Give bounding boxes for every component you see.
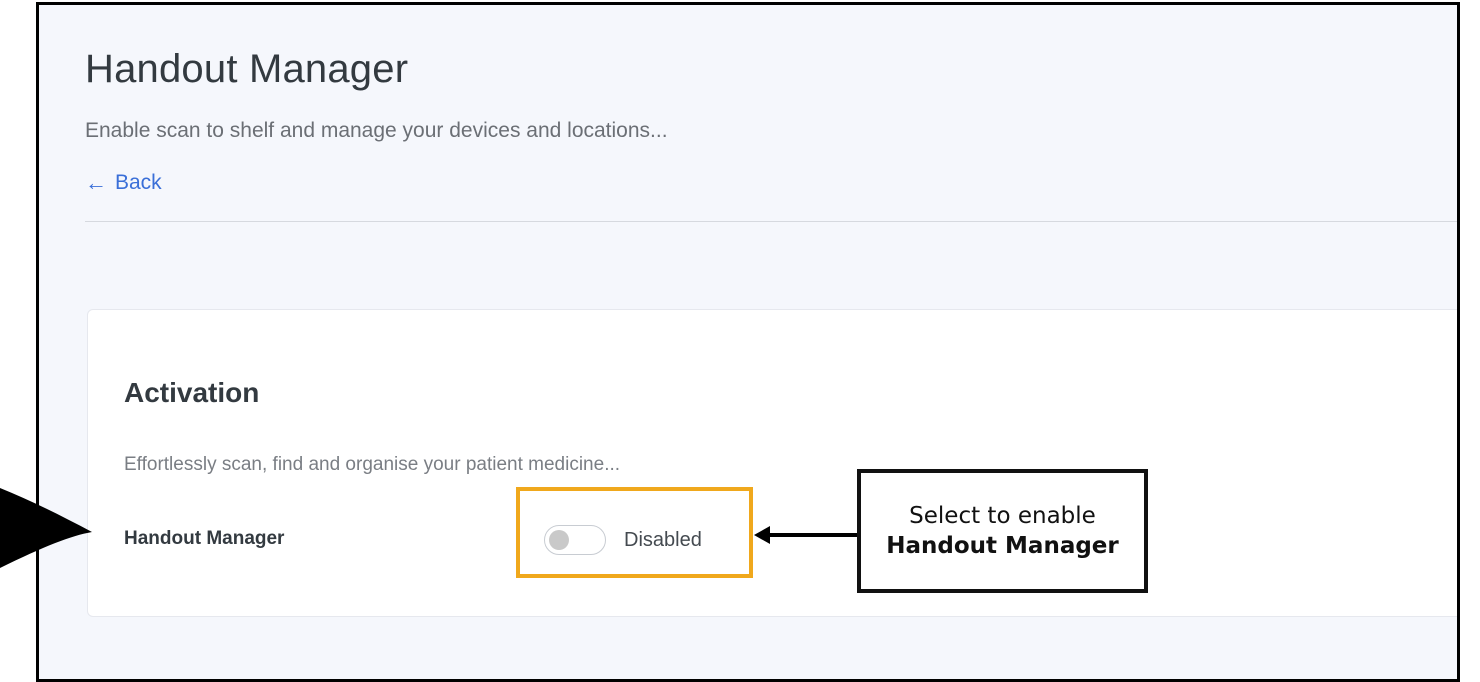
page-title: Handout Manager xyxy=(85,47,409,91)
callout-box: Select to enable Handout Manager xyxy=(857,469,1148,593)
handout-manager-label: Handout Manager xyxy=(124,528,285,549)
arrow-left-icon: ← xyxy=(85,170,107,195)
header-divider xyxy=(85,221,1457,222)
back-link[interactable]: ← Back xyxy=(85,171,162,195)
callout-arrow-icon xyxy=(754,526,858,544)
page-subtitle: Enable scan to shelf and manage your dev… xyxy=(85,119,668,142)
app-window: Handout Manager Enable scan to shelf and… xyxy=(36,2,1460,682)
card-title: Activation xyxy=(124,377,260,408)
callout-line1: Select to enable xyxy=(909,503,1096,529)
back-label: Back xyxy=(115,171,162,194)
pointer-marker-icon xyxy=(0,488,92,568)
activation-card: Activation Effortlessly scan, find and o… xyxy=(87,309,1457,617)
callout-line2: Handout Manager xyxy=(886,533,1119,559)
toggle-highlight-box xyxy=(516,487,753,578)
card-description: Effortlessly scan, find and organise you… xyxy=(124,454,621,475)
